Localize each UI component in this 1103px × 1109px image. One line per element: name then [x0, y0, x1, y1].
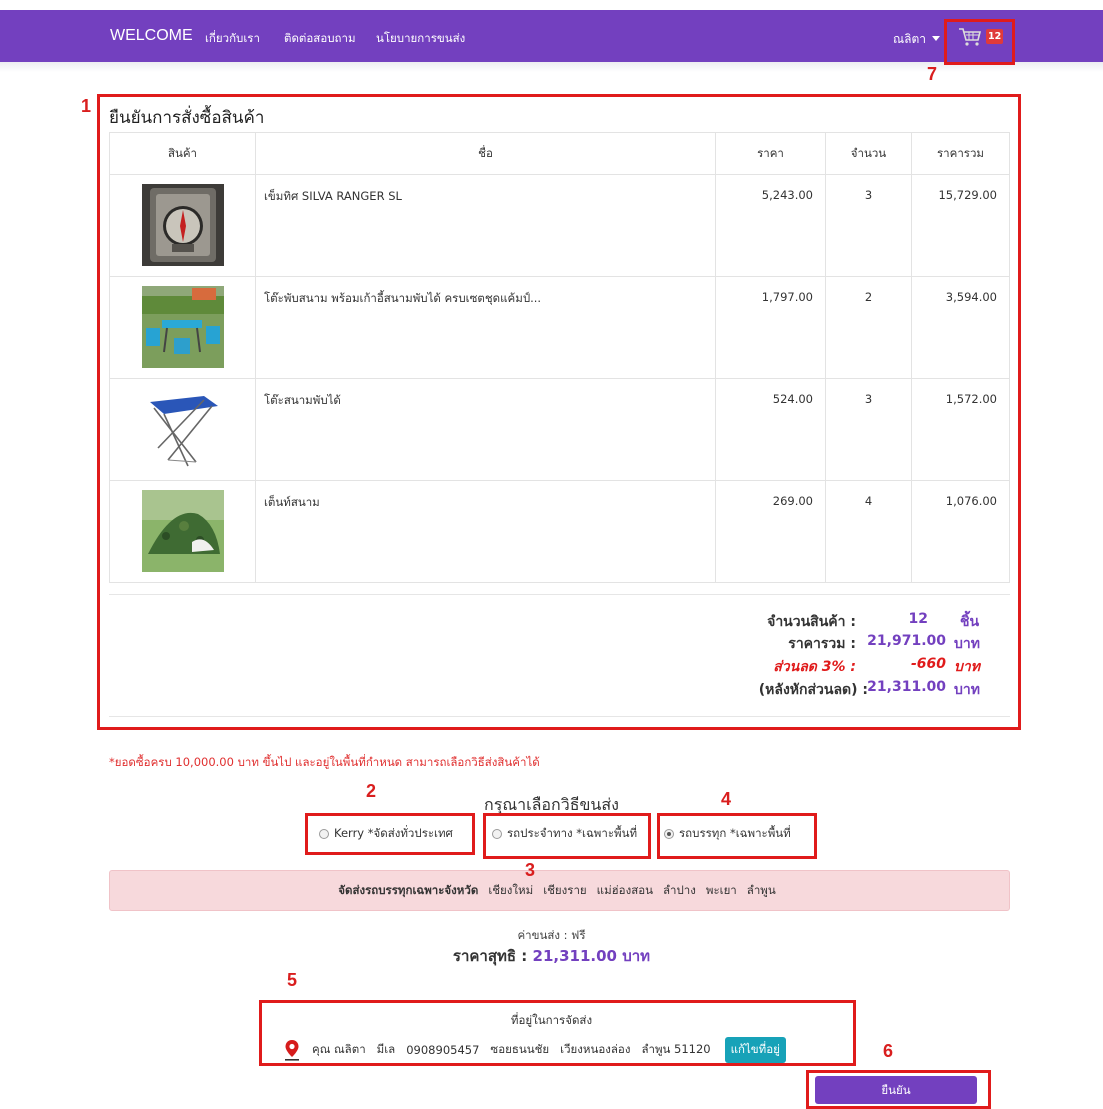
annotation-box-1 [97, 94, 1021, 730]
annotation-number-5: 5 [287, 970, 298, 990]
province-lamphun: ลำพูน [746, 882, 776, 897]
annotation-number-7: 7 [927, 64, 938, 84]
shipping-fee: ค่าขนส่ง : ฟรี [517, 928, 586, 942]
nav-link-shipping-policy[interactable]: นโยบายการขนส่ง [376, 30, 465, 48]
nav-link-about[interactable]: เกี่ยวกับเรา [205, 30, 260, 48]
user-menu[interactable]: ณลิตา [893, 30, 941, 49]
nav-link-contact[interactable]: ติดต่อสอบถาม [284, 30, 356, 48]
annotation-box-3 [483, 813, 651, 859]
annotation-number-3: 3 [525, 860, 536, 880]
shipping-alert: จัดส่งรถบรรทุกเฉพาะจังหวัด เชียงใหม่ เชี… [109, 870, 1010, 911]
province-phayao: พะเยา [705, 882, 737, 897]
province-chiangrai: เชียงราย [543, 882, 587, 897]
province-maehongson: แม่ฮ่องสอน [596, 882, 653, 897]
net-price: ราคาสุทธิ : 21,311.00 บาท [0, 944, 1103, 968]
annotation-number-2: 2 [366, 781, 377, 801]
annotation-box-2 [305, 813, 475, 855]
net-price-label: ราคาสุทธิ : [452, 947, 528, 965]
province-lampang: ลำปาง [662, 882, 696, 897]
annotation-number-1: 1 [81, 96, 92, 116]
net-price-unit: บาท [622, 947, 651, 965]
annotation-number-4: 4 [721, 789, 732, 809]
annotation-box-7 [944, 19, 1015, 65]
promo-note: *ยอดซื้อครบ 10,000.00 บาท ขึ้นไป และอยู่… [109, 755, 540, 769]
net-price-value: 21,311.00 [532, 947, 617, 965]
annotation-box-6 [806, 1070, 991, 1109]
province-chiangmai: เชียงใหม่ [488, 882, 534, 897]
brand-link[interactable]: WELCOME [110, 27, 193, 45]
annotation-box-4 [657, 813, 817, 859]
user-name: ณลิตา [893, 32, 927, 46]
caret-down-icon [932, 36, 941, 41]
alert-label: จัดส่งรถบรรทุกเฉพาะจังหวัด [338, 882, 479, 897]
annotation-number-6: 6 [883, 1041, 894, 1061]
annotation-box-5 [259, 1000, 856, 1066]
navbar-shadow [0, 62, 1103, 72]
